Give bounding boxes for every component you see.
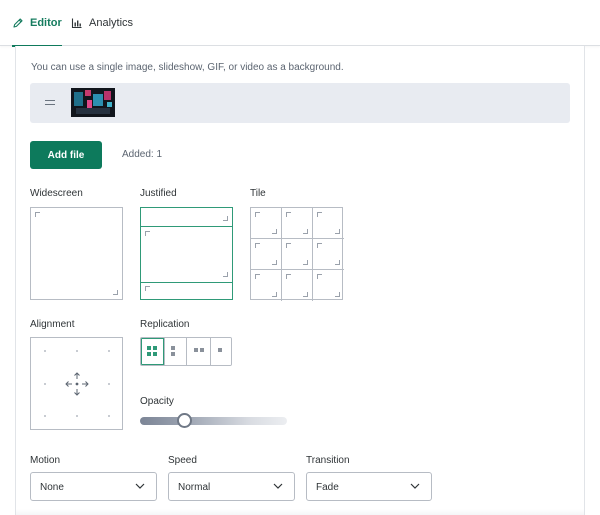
replication-label: Replication [140, 319, 190, 330]
transition-select-value: Fade [316, 482, 339, 493]
replication-toggle-group [140, 337, 232, 366]
tab-analytics[interactable]: Analytics [71, 0, 133, 46]
corner-mark [223, 272, 228, 277]
corner-mark [145, 286, 150, 291]
media-item[interactable] [30, 83, 570, 123]
align-dot-bottom-left[interactable] [44, 415, 46, 417]
align-dot-top-left[interactable] [44, 350, 46, 352]
layout-tile-option[interactable] [250, 207, 344, 301]
justified-divider [141, 226, 232, 227]
layout-justified-option[interactable] [140, 207, 233, 300]
motion-select[interactable]: None [30, 472, 157, 501]
corner-mark [145, 231, 150, 236]
transition-label: Transition [306, 455, 350, 466]
bottom-fade [16, 509, 584, 515]
tile-grid [251, 208, 344, 301]
align-dot-top-right[interactable] [108, 350, 110, 352]
justified-divider [141, 282, 232, 283]
speed-label: Speed [168, 455, 197, 466]
corner-mark [113, 290, 118, 295]
align-dot-left[interactable] [44, 383, 46, 385]
corner-mark [223, 216, 228, 221]
layout-option-justified-label: Justified [140, 188, 177, 199]
layout-option-widescreen-label: Widescreen [30, 188, 83, 199]
align-dot-bottom-right[interactable] [108, 415, 110, 417]
align-dot-right[interactable] [108, 383, 110, 385]
add-file-button[interactable]: Add file [30, 141, 102, 169]
replication-grid-button[interactable] [141, 338, 165, 365]
opacity-label: Opacity [140, 396, 174, 407]
chevron-down-icon [273, 483, 283, 489]
layout-widescreen-option[interactable] [30, 207, 123, 300]
motion-select-value: None [40, 482, 64, 493]
top-tab-bar: Editor Analytics [0, 0, 600, 47]
corner-mark [35, 212, 40, 217]
transition-select[interactable]: Fade [306, 472, 432, 501]
move-arrows-icon[interactable] [62, 369, 92, 399]
pencil-icon [13, 18, 23, 28]
tab-analytics-label: Analytics [89, 17, 134, 29]
motion-label: Motion [30, 455, 61, 466]
opacity-slider-thumb[interactable] [176, 413, 192, 428]
replication-horizontal-button[interactable] [187, 338, 211, 365]
tab-editor-label: Editor [30, 17, 62, 29]
chevron-down-icon [135, 483, 145, 489]
align-dot-bottom[interactable] [76, 415, 78, 417]
replication-none-button[interactable] [211, 338, 231, 365]
media-thumbnail[interactable] [71, 88, 115, 117]
align-dot-top[interactable] [76, 350, 78, 352]
added-count: Added: 1 [122, 149, 163, 160]
speed-select-value: Normal [178, 482, 211, 493]
opacity-slider-track[interactable] [140, 417, 287, 425]
alignment-picker[interactable] [30, 337, 123, 430]
layout-option-tile-label: Tile [250, 188, 266, 199]
tab-editor[interactable]: Editor [12, 0, 62, 47]
chevron-down-icon [410, 483, 420, 489]
background-hint: You can use a single image, slideshow, G… [31, 62, 344, 73]
replication-vertical-button[interactable] [165, 338, 187, 365]
speed-select[interactable]: Normal [168, 472, 295, 501]
alignment-label: Alignment [30, 319, 75, 330]
drag-handle-icon[interactable] [45, 100, 55, 105]
bar-chart-icon [71, 18, 82, 29]
